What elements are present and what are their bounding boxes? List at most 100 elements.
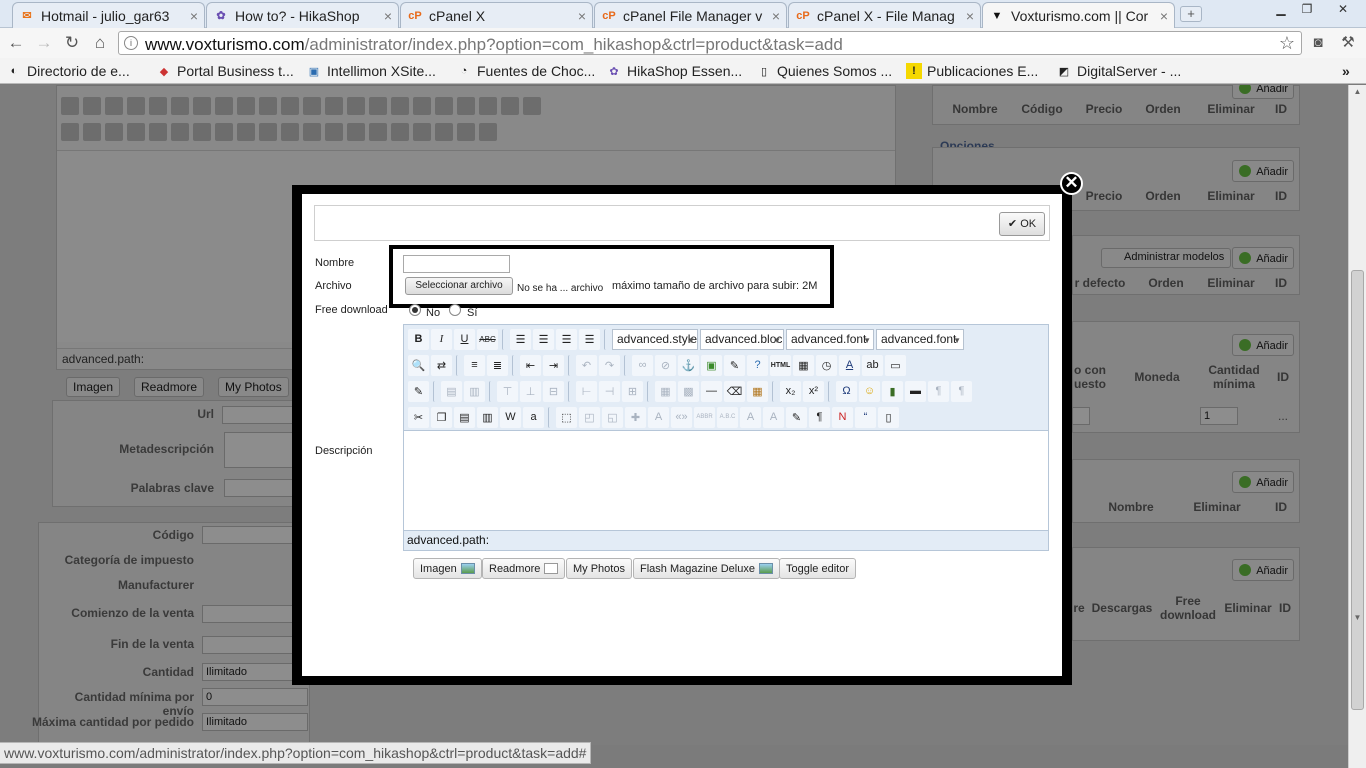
strikethrough-icon[interactable]: ABC: [477, 328, 498, 350]
close-window-icon[interactable]: ✕: [1330, 2, 1356, 18]
undo-icon[interactable]: ↶: [576, 354, 597, 376]
cite-icon[interactable]: «»: [671, 406, 692, 428]
del-icon[interactable]: A: [740, 406, 761, 428]
bookmark-item[interactable]: ▣ Intellimon XSite...: [306, 62, 436, 80]
tab-close-icon[interactable]: ×: [190, 8, 198, 24]
font-family-select[interactable]: advanced.font ▼: [786, 328, 874, 350]
minimize-icon[interactable]: ▁: [1270, 2, 1292, 18]
bullet-list-icon[interactable]: ≡: [464, 354, 485, 376]
page-info-icon[interactable]: i: [124, 36, 138, 50]
special-char-icon[interactable]: Ω: [836, 380, 857, 402]
wrench-icon[interactable]: ⚒: [1338, 33, 1358, 53]
outdent-icon[interactable]: ⇤: [520, 354, 541, 376]
tab-close-icon[interactable]: ×: [966, 8, 974, 24]
nonbreaking-icon[interactable]: N: [832, 406, 853, 428]
reload-icon[interactable]: ↻: [62, 33, 82, 53]
highlight-color-icon[interactable]: ab: [862, 354, 883, 376]
bookmark-item[interactable]: ◆ Portal Business t...: [156, 62, 294, 80]
bookmark-item[interactable]: ◐ Directorio de e...: [6, 62, 130, 80]
tab-close-icon[interactable]: ×: [384, 8, 392, 24]
tab-hotmail[interactable]: ✉ Hotmail - julio_gar63 ×: [12, 2, 205, 28]
scroll-down-icon[interactable]: ▼: [1351, 613, 1364, 625]
forward-icon[interactable]: →: [34, 33, 54, 53]
free-download-si-radio[interactable]: [449, 304, 461, 316]
bookmark-item[interactable]: ! Publicaciones E...: [906, 62, 1038, 80]
bookmark-item[interactable]: ▯ Quienes Somos ...: [756, 62, 892, 80]
cut-icon[interactable]: ✂: [408, 406, 429, 428]
remove-format-icon[interactable]: ⌫: [724, 380, 745, 402]
visual-chars-icon[interactable]: ¶: [809, 406, 830, 428]
horizontal-rule-icon[interactable]: —: [701, 380, 722, 402]
numbered-list-icon[interactable]: ≣: [487, 354, 508, 376]
font-size-select[interactable]: advanced.font ▼: [876, 328, 964, 350]
style-props-icon[interactable]: A: [648, 406, 669, 428]
scroll-up-icon[interactable]: ▲: [1351, 87, 1364, 99]
abbr-icon[interactable]: ABBR: [694, 406, 715, 428]
restore-icon[interactable]: ❐: [1296, 2, 1318, 18]
insert-row-before-icon[interactable]: ⊤: [497, 380, 518, 402]
bookmark-star-icon[interactable]: ☆: [1279, 33, 1295, 54]
underline-icon[interactable]: U: [454, 328, 475, 350]
align-justify-icon[interactable]: ☰: [579, 328, 600, 350]
bookmark-item[interactable]: ◩ DigitalServer - ...: [1056, 62, 1181, 80]
tab-cpanel-file-manager[interactable]: cP cPanel File Manager v ×: [594, 2, 787, 28]
copy-icon[interactable]: ❐: [431, 406, 452, 428]
rtl-icon[interactable]: ¶: [951, 380, 972, 402]
bold-icon[interactable]: B: [408, 328, 429, 350]
tab-close-icon[interactable]: ×: [772, 8, 780, 24]
blockquote-icon[interactable]: “: [855, 406, 876, 428]
scrollbar-thumb[interactable]: [1351, 270, 1364, 710]
insert-date-icon[interactable]: ▦: [793, 354, 814, 376]
address-bar[interactable]: i www.voxturismo.com/administrator/index…: [118, 31, 1302, 55]
attributes-icon[interactable]: ✎: [786, 406, 807, 428]
description-textarea[interactable]: [404, 430, 1048, 530]
paste-word-icon[interactable]: W: [500, 406, 521, 428]
cleanup-icon[interactable]: ✎: [724, 354, 745, 376]
italic-icon[interactable]: I: [431, 328, 452, 350]
paste-icon[interactable]: ▤: [454, 406, 475, 428]
page-scrollbar[interactable]: ▲ ▼: [1348, 85, 1366, 768]
my-photos-button[interactable]: My Photos: [566, 558, 632, 579]
help-icon[interactable]: ?: [747, 354, 768, 376]
template-icon[interactable]: ▯: [878, 406, 899, 428]
paste-text-icon[interactable]: ▥: [477, 406, 498, 428]
subscript-icon[interactable]: x₂: [780, 380, 801, 402]
layer-icon[interactable]: ▬: [905, 380, 926, 402]
toggle-editor-button[interactable]: Toggle editor: [779, 558, 856, 579]
absolute-icon[interactable]: ✚: [625, 406, 646, 428]
home-icon[interactable]: ⌂: [90, 33, 110, 53]
merge-cells-icon[interactable]: ▩: [678, 380, 699, 402]
delete-row-icon[interactable]: ⊟: [543, 380, 564, 402]
flash-magazine-button[interactable]: Flash Magazine Deluxe: [633, 558, 780, 579]
unlink-icon[interactable]: ⊘: [655, 354, 676, 376]
url-text[interactable]: www.voxturismo.com/administrator/index.p…: [145, 35, 843, 55]
align-center-icon[interactable]: ☰: [533, 328, 554, 350]
insert-col-before-icon[interactable]: ⊢: [576, 380, 597, 402]
replace-icon[interactable]: ⇄: [431, 354, 452, 376]
acronym-icon[interactable]: A.B.C: [717, 406, 738, 428]
move-forward-icon[interactable]: ◰: [579, 406, 600, 428]
align-right-icon[interactable]: ☰: [556, 328, 577, 350]
insert-layer-icon[interactable]: ⬚: [556, 406, 577, 428]
tab-close-icon[interactable]: ×: [578, 8, 586, 24]
imagen-button[interactable]: Imagen: [413, 558, 482, 579]
superscript-icon[interactable]: x²: [803, 380, 824, 402]
modal-close-button[interactable]: ✕: [1060, 172, 1083, 195]
style-select[interactable]: advanced.style ▼: [612, 328, 698, 350]
bookmark-item[interactable]: ◔ Fuentes de Choc...: [456, 62, 596, 80]
indent-icon[interactable]: ⇥: [543, 354, 564, 376]
edit-icon[interactable]: ✎: [408, 380, 429, 402]
emoticon-icon[interactable]: ☺: [859, 380, 880, 402]
insert-row-after-icon[interactable]: ⊥: [520, 380, 541, 402]
insert-time-icon[interactable]: ◷: [816, 354, 837, 376]
tab-close-icon[interactable]: ×: [1160, 8, 1168, 24]
link-icon[interactable]: ∞: [632, 354, 653, 376]
tab-cpanel[interactable]: cP cPanel X ×: [400, 2, 593, 28]
select-all-icon[interactable]: a: [523, 406, 544, 428]
tab-hikashop[interactable]: ✿ How to? - HikaShop ×: [206, 2, 399, 28]
html-icon[interactable]: HTML: [770, 354, 791, 376]
readmore-button[interactable]: Readmore: [482, 558, 566, 579]
image-icon[interactable]: ▣: [701, 354, 722, 376]
ok-button[interactable]: ✔ OK: [999, 212, 1045, 236]
text-color-icon[interactable]: A: [839, 354, 860, 376]
